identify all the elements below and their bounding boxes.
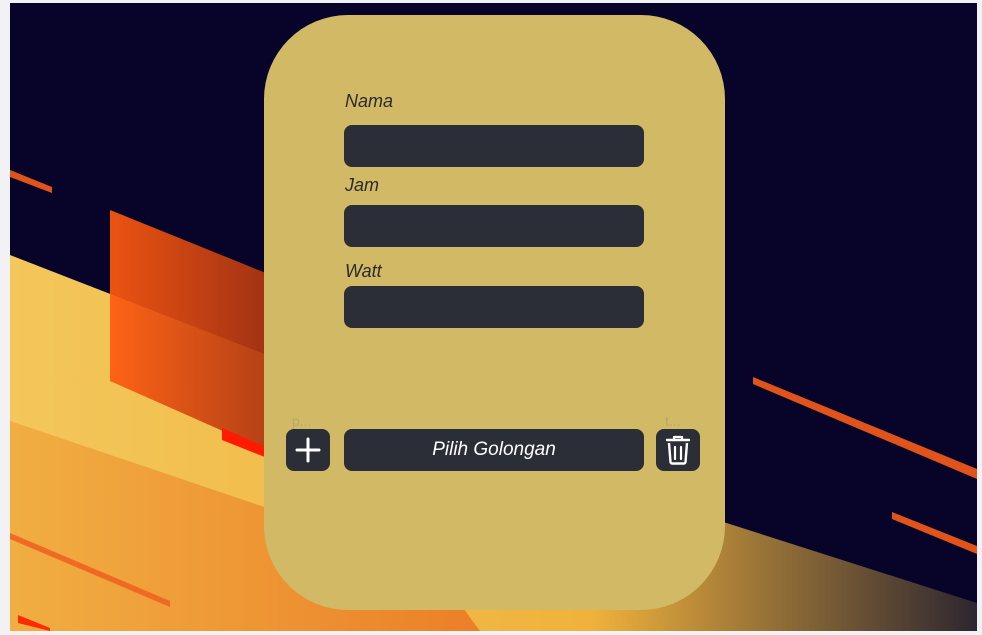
nama-label: Nama	[345, 91, 394, 111]
delete-hint: t...	[665, 413, 681, 429]
add-button[interactable]	[286, 429, 330, 471]
trash-icon	[665, 435, 691, 465]
jam-label: Jam	[345, 175, 380, 195]
pilih-golongan-label: Pilih Golongan	[432, 439, 556, 460]
nama-input[interactable]	[344, 125, 644, 167]
watt-input[interactable]	[344, 286, 644, 328]
pilih-golongan-button[interactable]: Pilih Golongan	[344, 429, 644, 471]
watt-label: Watt	[345, 261, 382, 281]
jam-input[interactable]	[344, 205, 644, 247]
add-hint: p...	[292, 413, 312, 429]
form-card: Nama Jam Watt p... t... Pilih Golongan	[264, 15, 725, 610]
app-background: Nama Jam Watt p... t... Pilih Golongan	[10, 3, 977, 631]
delete-button[interactable]	[656, 429, 700, 471]
plus-icon	[295, 437, 321, 463]
